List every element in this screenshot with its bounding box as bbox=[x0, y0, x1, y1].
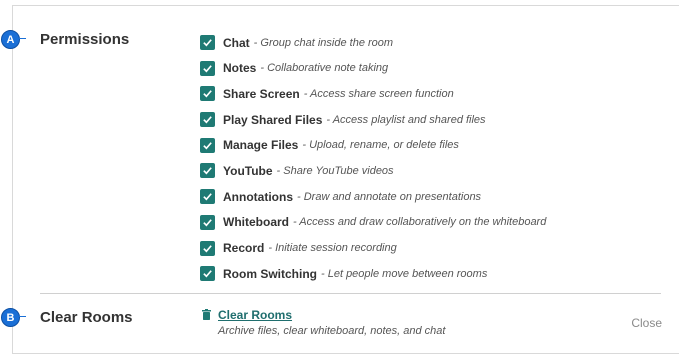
permission-row-share-screen: Share Screen - Access share screen funct… bbox=[200, 81, 546, 106]
permission-name: Chat bbox=[223, 35, 250, 50]
permission-description: - Initiate session recording bbox=[268, 242, 397, 254]
permission-name: Play Shared Files bbox=[223, 112, 323, 127]
clear-rooms-description: Archive files, clear whiteboard, notes, … bbox=[218, 325, 446, 337]
annotation-badge-b: B bbox=[1, 308, 26, 327]
check-icon bbox=[203, 167, 212, 175]
check-icon bbox=[203, 270, 212, 278]
permissions-list: Chat - Group chat inside the room Notes … bbox=[200, 30, 546, 287]
check-icon bbox=[203, 64, 212, 73]
permission-row-whiteboard: Whiteboard - Access and draw collaborati… bbox=[200, 210, 546, 235]
permission-row-notes: Notes - Collaborative note taking bbox=[200, 56, 546, 81]
youtube-checkbox[interactable] bbox=[200, 163, 215, 179]
permission-description: - Share YouTube videos bbox=[276, 164, 394, 177]
permission-name: Manage Files bbox=[223, 138, 299, 153]
permission-row-chat: Chat - Group chat inside the room bbox=[200, 30, 546, 55]
record-checkbox[interactable] bbox=[200, 240, 215, 256]
room-switching-checkbox[interactable] bbox=[200, 266, 215, 282]
whiteboard-checkbox[interactable] bbox=[200, 214, 215, 230]
chat-checkbox[interactable] bbox=[200, 35, 215, 50]
clear-rooms-link[interactable]: Clear Rooms bbox=[218, 308, 292, 322]
permission-row-manage-files: Manage Files - Upload, rename, or delete… bbox=[200, 133, 546, 158]
check-icon bbox=[203, 39, 212, 47]
notes-checkbox[interactable] bbox=[200, 60, 215, 76]
permission-row-record: Record - Initiate session recording bbox=[200, 236, 546, 261]
permissions-heading: Permissions bbox=[40, 31, 130, 48]
check-icon bbox=[203, 116, 212, 124]
trash-icon[interactable] bbox=[202, 309, 211, 320]
annotation-badge-a: A bbox=[1, 30, 26, 49]
permission-description: - Access playlist and shared files bbox=[326, 113, 486, 126]
permission-row-youtube: YouTube - Share YouTube videos bbox=[200, 158, 546, 183]
check-icon bbox=[203, 244, 212, 252]
close-button[interactable]: Close bbox=[631, 316, 662, 330]
clear-rooms-heading: Clear Rooms bbox=[40, 309, 133, 326]
permission-name: Share Screen bbox=[223, 86, 300, 101]
share-screen-checkbox[interactable] bbox=[200, 86, 215, 102]
permission-row-annotations: Annotations - Draw and annotate on prese… bbox=[200, 184, 546, 209]
permission-description: - Access and draw collaboratively on the… bbox=[293, 216, 547, 229]
permission-name: Room Switching bbox=[223, 266, 317, 281]
permission-description: - Collaborative note taking bbox=[260, 62, 389, 75]
annotations-checkbox[interactable] bbox=[200, 189, 215, 205]
permission-name: YouTube bbox=[223, 163, 273, 178]
permission-description: - Draw and annotate on presentations bbox=[297, 190, 482, 203]
permission-row-room-switching: Room Switching - Let people move between… bbox=[200, 261, 546, 286]
check-icon bbox=[203, 90, 212, 98]
permission-description: - Let people move between rooms bbox=[321, 267, 488, 280]
permission-name: Notes bbox=[223, 61, 257, 76]
section-divider bbox=[40, 293, 661, 294]
manage-files-checkbox[interactable] bbox=[200, 137, 215, 153]
permission-name: Record bbox=[223, 241, 265, 255]
permission-description: - Access share screen function bbox=[303, 87, 454, 100]
permission-row-play-shared-files: Play Shared Files - Access playlist and … bbox=[200, 107, 546, 132]
permission-name: Annotations bbox=[223, 189, 293, 204]
check-icon bbox=[203, 193, 212, 201]
play-shared-files-checkbox[interactable] bbox=[200, 112, 215, 128]
permission-description: - Upload, rename, or delete files bbox=[302, 139, 459, 152]
permission-description: - Group chat inside the room bbox=[253, 36, 394, 49]
check-icon bbox=[203, 141, 212, 150]
check-icon bbox=[203, 219, 212, 227]
permission-name: Whiteboard bbox=[223, 215, 289, 230]
